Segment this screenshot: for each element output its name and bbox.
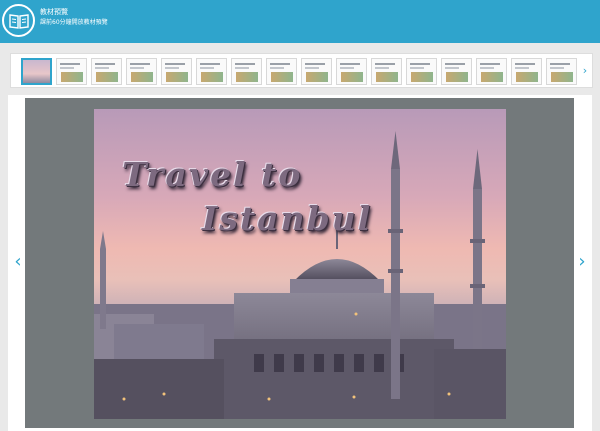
slide-thumbnail[interactable] <box>441 58 472 85</box>
thumbnail-content <box>515 63 535 65</box>
slide-thumbnail[interactable] <box>301 58 332 85</box>
slide-thumbnail[interactable] <box>511 58 542 85</box>
thumbnail-content <box>375 67 389 69</box>
slide-thumbnail[interactable] <box>336 58 367 85</box>
slide-thumbnail[interactable] <box>126 58 157 85</box>
thumbnail-list <box>21 58 586 85</box>
thumbnail-content <box>411 72 433 82</box>
thumbnail-content <box>201 72 223 82</box>
slide-thumbnail[interactable] <box>546 58 577 85</box>
thumbnail-content <box>551 72 573 82</box>
thumbnail-content <box>270 63 290 65</box>
thumbnail-content <box>200 63 220 65</box>
thumbnail-content <box>481 72 503 82</box>
thumbnail-content <box>375 63 395 65</box>
slide-image: Travel to Istanbul <box>94 109 506 419</box>
slide-thumbnail[interactable] <box>91 58 122 85</box>
thumbnail-content <box>200 67 214 69</box>
slide-thumbnail[interactable] <box>476 58 507 85</box>
thumbnail-content <box>515 67 529 69</box>
thumbnail-content <box>165 63 185 65</box>
thumbnail-content <box>270 67 284 69</box>
thumbnail-content <box>166 72 188 82</box>
slide-title-line2: Istanbul <box>202 199 373 238</box>
thumbnail-content <box>95 63 115 65</box>
thumbnail-content <box>410 63 430 65</box>
thumbnail-content <box>550 63 570 65</box>
slide-title-line1: Travel to <box>122 155 303 194</box>
thumbnail-content <box>445 63 465 65</box>
slide-title: Travel to Istanbul <box>122 153 372 241</box>
slide-thumbnail[interactable] <box>21 58 52 85</box>
slide-thumbnail[interactable] <box>196 58 227 85</box>
thumbnail-content <box>340 67 354 69</box>
thumbnail-content <box>95 67 109 69</box>
open-book-icon <box>2 4 35 37</box>
thumbnail-content <box>61 72 83 82</box>
thumbnail-content <box>340 63 360 65</box>
thumbnail-content <box>516 72 538 82</box>
chevron-right-icon[interactable]: › <box>576 253 588 271</box>
slide-viewer: ‹ Travel to Istanbul › <box>8 95 592 431</box>
slide-thumbnail[interactable] <box>231 58 262 85</box>
slide-thumbnail[interactable] <box>161 58 192 85</box>
thumbnail-content <box>131 72 153 82</box>
thumbnail-content <box>305 63 325 65</box>
thumbnail-content <box>341 72 363 82</box>
thumbnail-content <box>96 72 118 82</box>
thumbnail-content <box>480 63 500 65</box>
chevron-left-icon[interactable]: ‹ <box>12 253 24 271</box>
slide-thumbnail[interactable] <box>266 58 297 85</box>
thumbnail-content <box>271 72 293 82</box>
thumbnail-content <box>130 67 144 69</box>
thumbnail-content <box>130 63 150 65</box>
thumbnail-content <box>445 67 459 69</box>
thumbnail-content <box>306 72 328 82</box>
slide-stage: Travel to Istanbul <box>25 98 574 428</box>
thumbnail-content <box>60 63 80 65</box>
thumbnail-content <box>376 72 398 82</box>
thumbnail-content <box>235 63 255 65</box>
page-subtitle: 課前60分鐘開放教材預覽 <box>40 19 108 26</box>
thumbnail-content <box>235 67 249 69</box>
slide-thumbnail[interactable] <box>406 58 437 85</box>
chevron-right-icon[interactable]: › <box>580 64 590 78</box>
thumbnail-content <box>305 67 319 69</box>
slide-thumbnail[interactable] <box>56 58 87 85</box>
page-title: 教材預覽 <box>40 8 68 16</box>
thumbnail-strip: › <box>10 53 593 88</box>
thumbnail-content <box>550 67 564 69</box>
thumbnail-content <box>236 72 258 82</box>
thumbnail-content <box>60 67 74 69</box>
slide-thumbnail[interactable] <box>371 58 402 85</box>
thumbnail-content <box>165 67 179 69</box>
thumbnail-content <box>480 67 494 69</box>
thumbnail-content <box>410 67 424 69</box>
thumbnail-content <box>446 72 468 82</box>
app-header: 教材預覽 課前60分鐘開放教材預覽 <box>0 0 600 43</box>
